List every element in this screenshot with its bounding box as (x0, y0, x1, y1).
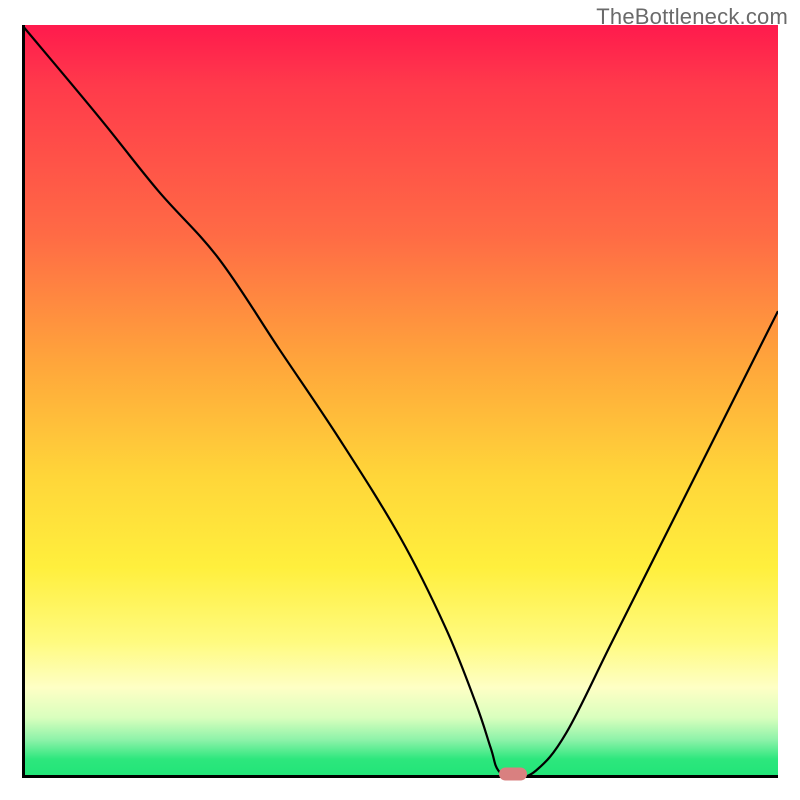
watermark-text: TheBottleneck.com (596, 4, 788, 30)
bottleneck-curve (22, 25, 778, 778)
optimal-point-marker (499, 768, 527, 781)
chart-container: TheBottleneck.com (0, 0, 800, 800)
plot-area (22, 25, 778, 778)
